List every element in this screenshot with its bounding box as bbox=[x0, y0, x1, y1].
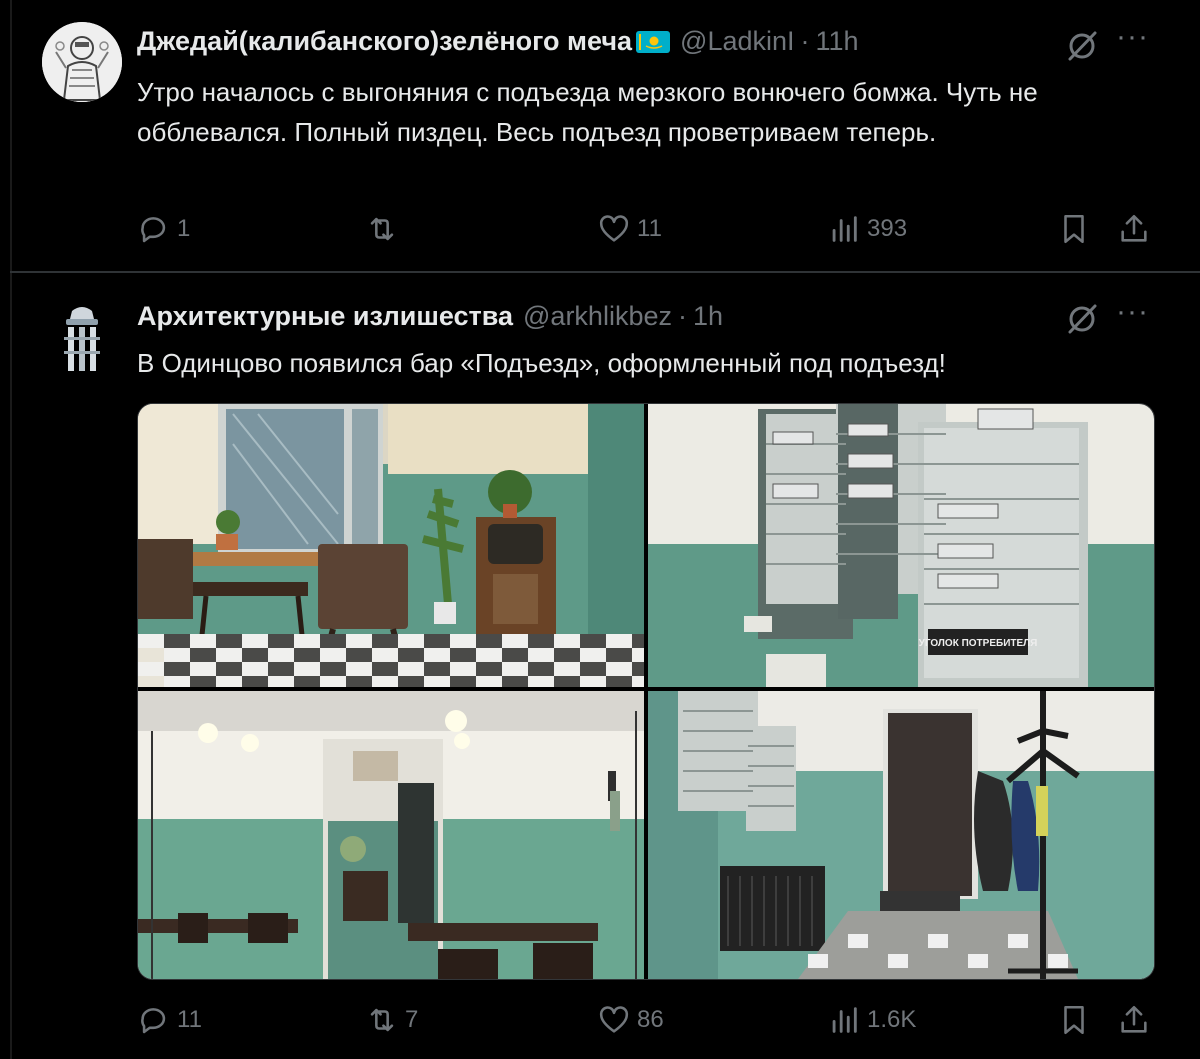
photo-mailboxes[interactable]: УГОЛОК ПОТРЕБИТЕЛЯ bbox=[648, 404, 1154, 687]
share-icon bbox=[1121, 214, 1147, 242]
tweet-2[interactable]: Архитектурные излишества @arkhlikbez · 1… bbox=[0, 273, 1200, 1059]
tweet-actions: 1 11 393 bbox=[137, 212, 1157, 252]
bookmark-button[interactable] bbox=[1057, 1003, 1091, 1037]
views-count: 393 bbox=[867, 215, 908, 242]
tweet-actions: 11 7 86 1.6K bbox=[137, 1003, 1157, 1043]
reply-button[interactable]: 1 bbox=[137, 212, 190, 246]
views-button[interactable]: 393 bbox=[827, 212, 907, 246]
repost-button[interactable] bbox=[365, 212, 405, 246]
separator-dot: · bbox=[677, 301, 687, 331]
reply-button[interactable]: 11 bbox=[137, 1003, 202, 1037]
repost-icon bbox=[370, 1008, 394, 1032]
reply-count: 1 bbox=[177, 215, 191, 242]
timestamp[interactable]: 11h bbox=[816, 26, 859, 57]
like-button[interactable]: 86 bbox=[597, 1003, 664, 1037]
repost-icon bbox=[370, 217, 394, 241]
tweet-text: В Одинцово появился бар «Подъезд», оформ… bbox=[137, 348, 946, 378]
views-count: 1.6K bbox=[867, 1006, 917, 1033]
author-name[interactable]: Джедай(калибанского)зелёного меча bbox=[137, 26, 632, 57]
author-handle[interactable]: @arkhlikbez bbox=[523, 301, 672, 332]
photo-hall[interactable] bbox=[138, 691, 644, 979]
timestamp[interactable]: 1h bbox=[693, 301, 723, 332]
kazakhstan-flag-icon bbox=[636, 29, 671, 53]
tweet-1[interactable]: Джедай(калибанского)зелёного меча @Ladki… bbox=[0, 0, 1200, 272]
reply-icon bbox=[141, 1008, 166, 1034]
author-handle[interactable]: @LadkinI bbox=[680, 26, 794, 57]
views-chart-icon bbox=[832, 216, 857, 242]
photo-entrance[interactable] bbox=[648, 691, 1154, 979]
tweet-header: Джедай(калибанского)зелёного меча @Ladki… bbox=[137, 26, 859, 57]
author-name[interactable]: Архитектурные излишества bbox=[137, 301, 513, 332]
media-grid[interactable]: УГОЛОК ПОТРЕБИТЕЛЯ bbox=[137, 403, 1155, 980]
share-button[interactable] bbox=[1117, 1003, 1151, 1037]
views-button[interactable]: 1.6K bbox=[827, 1003, 916, 1037]
mailbox-sign: УГОЛОК ПОТРЕБИТЕЛЯ bbox=[919, 638, 1038, 649]
reply-icon bbox=[141, 217, 166, 243]
avatar-arkhlikbez[interactable] bbox=[42, 297, 122, 377]
grok-icon[interactable] bbox=[1064, 28, 1100, 64]
bookmark-icon bbox=[1064, 214, 1084, 244]
reply-count: 11 bbox=[177, 1006, 202, 1033]
avatar-jedai[interactable] bbox=[42, 22, 122, 102]
photo-lounge[interactable] bbox=[138, 404, 644, 687]
more-options-button[interactable]: ··· bbox=[1116, 295, 1149, 329]
repost-button[interactable]: 7 bbox=[365, 1003, 418, 1037]
heart-icon bbox=[599, 1006, 629, 1033]
separator-dot: · bbox=[800, 26, 810, 56]
views-chart-icon bbox=[832, 1007, 857, 1033]
more-options-button[interactable]: ··· bbox=[1116, 20, 1149, 54]
tweet-header: Архитектурные излишества @arkhlikbez · 1… bbox=[137, 301, 723, 332]
bookmark-button[interactable] bbox=[1057, 212, 1091, 246]
repost-count: 7 bbox=[405, 1006, 419, 1033]
share-button[interactable] bbox=[1117, 212, 1151, 246]
like-button[interactable]: 11 bbox=[597, 212, 662, 246]
grok-icon[interactable] bbox=[1064, 301, 1100, 337]
bookmark-icon bbox=[1064, 1005, 1084, 1035]
share-icon bbox=[1121, 1005, 1147, 1033]
heart-icon bbox=[599, 215, 629, 242]
like-count: 86 bbox=[637, 1006, 664, 1033]
tweet-text: Утро началось с выгоняния с подъезда мер… bbox=[137, 77, 1038, 147]
like-count: 11 bbox=[637, 215, 662, 242]
